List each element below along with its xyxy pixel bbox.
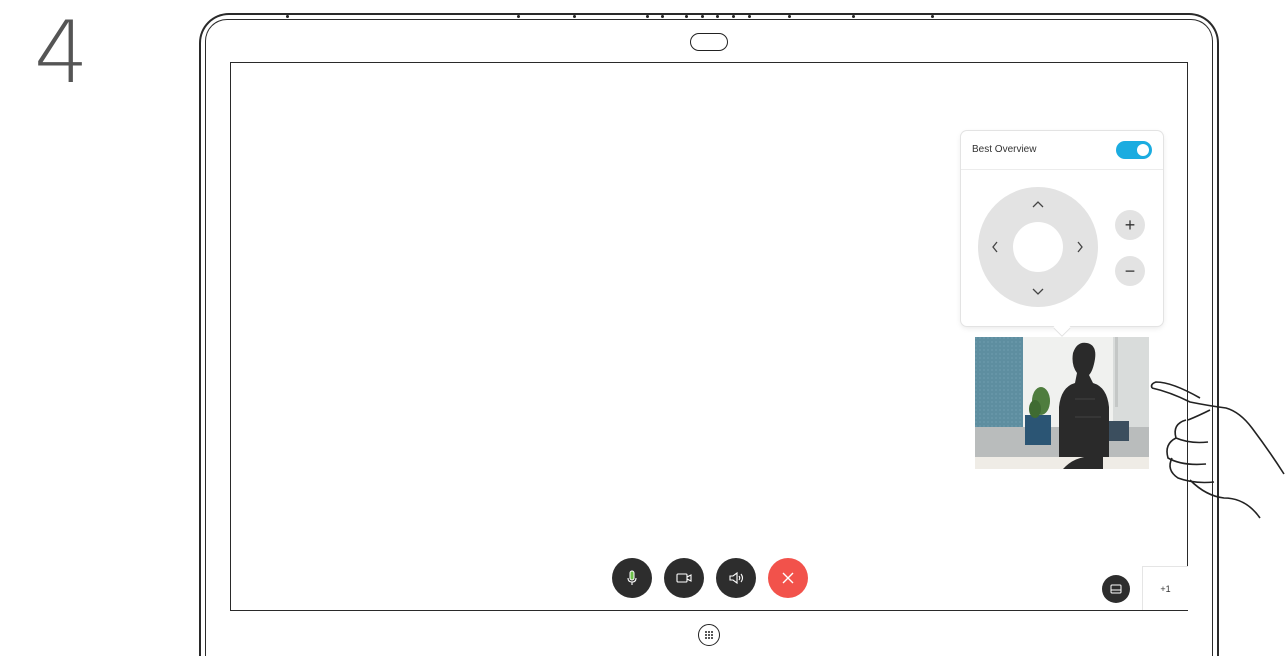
video-button[interactable] <box>664 558 704 598</box>
zoom-out-button[interactable]: − <box>1115 256 1145 286</box>
hand-illustration <box>1150 381 1285 519</box>
best-overview-label: Best Overview <box>972 144 1037 155</box>
camera-dpad <box>978 187 1098 307</box>
chevron-down-icon[interactable] <box>1031 285 1045 299</box>
camera-lens <box>690 33 728 51</box>
volume-button[interactable] <box>716 558 756 598</box>
dpad-center <box>1013 222 1063 272</box>
zoom-in-button[interactable]: + <box>1115 210 1145 240</box>
video-camera-icon <box>676 573 692 583</box>
microphone-icon <box>627 570 637 585</box>
speaker-icon <box>729 571 744 585</box>
layout-button[interactable] <box>1102 575 1130 603</box>
close-icon <box>782 572 794 584</box>
layout-icon <box>1110 584 1122 594</box>
keypad-icon <box>705 631 713 639</box>
best-overview-toggle[interactable] <box>1116 141 1152 159</box>
self-view[interactable] <box>975 337 1149 469</box>
participants-button[interactable]: +1 <box>1142 566 1188 610</box>
step-number: 4 <box>34 3 89 103</box>
bezel-sensors <box>0 15 1288 19</box>
chevron-up-icon[interactable] <box>1031 197 1045 211</box>
mute-button[interactable] <box>612 558 652 598</box>
chevron-right-icon[interactable] <box>1075 240 1085 256</box>
chevron-left-icon[interactable] <box>990 240 1000 256</box>
home-button[interactable] <box>698 624 720 646</box>
camera-control-panel: Best Overview + − <box>961 131 1163 336</box>
toggle-knob <box>1137 144 1149 156</box>
panel-header: Best Overview <box>961 131 1163 170</box>
end-call-button[interactable] <box>768 558 808 598</box>
